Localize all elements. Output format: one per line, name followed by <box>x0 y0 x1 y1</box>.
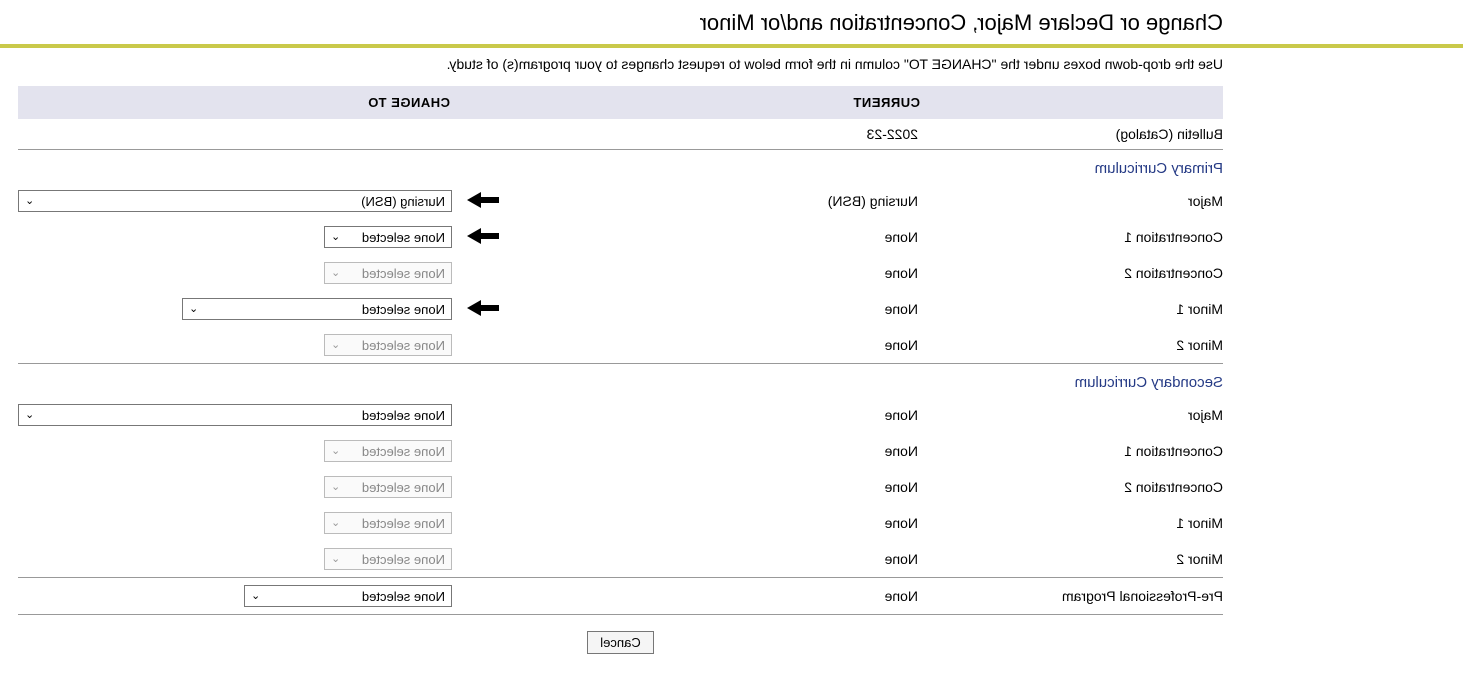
primary-minor2-row: Minor 2 None None selected ⌄ <box>18 327 1223 363</box>
primary-curriculum-title: Primary Curriculum <box>18 150 1223 184</box>
chevron-down-icon: ⌄ <box>251 591 260 602</box>
chevron-down-icon: ⌄ <box>189 304 198 315</box>
secondary-conc1-row: Concentration 1 None None selected ⌄ <box>18 433 1223 469</box>
primary-major-select[interactable]: Nursing (BSN) ⌄ <box>18 190 452 212</box>
page-title: Change or Declare Major, Concentration a… <box>18 10 1223 36</box>
chevron-down-icon: ⌄ <box>331 482 340 493</box>
button-bar: Cancel <box>18 631 1223 654</box>
dropdown-text: None selected <box>346 266 445 281</box>
primary-minor2-label: Minor 2 <box>928 327 1223 363</box>
chevron-down-icon: ⌄ <box>331 340 340 351</box>
arrow-right-icon <box>463 298 503 321</box>
primary-conc1-label: Concentration 1 <box>928 219 1223 255</box>
chevron-down-icon: ⌄ <box>25 410 34 421</box>
primary-minor1-row: Minor 1 None None selected ⌄ <box>18 291 1223 327</box>
bulletin-row: Bulletin (Catalog) 2022-23 <box>18 119 1223 149</box>
dropdown-text: None selected <box>204 302 445 317</box>
chevron-down-icon: ⌄ <box>331 518 340 529</box>
secondary-minor1-select: None selected ⌄ <box>324 512 452 534</box>
primary-conc1-row: Concentration 1 None None selected ⌄ <box>18 219 1223 255</box>
secondary-major-current: None <box>508 397 928 433</box>
secondary-minor2-select: None selected ⌄ <box>324 548 452 570</box>
primary-minor1-current: None <box>508 291 928 327</box>
preprof-select[interactable]: None selected ⌄ <box>244 585 452 607</box>
secondary-major-row: Major None None selected ⌄ <box>18 397 1223 433</box>
primary-minor1-select[interactable]: None selected ⌄ <box>182 298 452 320</box>
cancel-button[interactable]: Cancel <box>587 631 653 654</box>
secondary-minor1-row: Minor 1 None None selected ⌄ <box>18 505 1223 541</box>
bulletin-value: 2022-23 <box>508 119 928 149</box>
secondary-conc1-select: None selected ⌄ <box>324 440 452 462</box>
chevron-down-icon: ⌄ <box>331 232 340 243</box>
secondary-major-label: Major <box>928 397 1223 433</box>
dropdown-text: Nursing (BSN) <box>40 194 445 209</box>
dropdown-text: None selected <box>266 589 445 604</box>
secondary-minor1-current: None <box>508 505 928 541</box>
primary-minor2-current: None <box>508 327 928 363</box>
primary-major-label: Major <box>928 183 1223 219</box>
dropdown-text: None selected <box>346 444 445 459</box>
program-table: CURRENT CHANGE TO Bulletin (Catalog) 202… <box>18 86 1223 615</box>
secondary-conc1-current: None <box>508 433 928 469</box>
dropdown-text: None selected <box>346 338 445 353</box>
preprof-current: None <box>508 578 928 615</box>
secondary-minor2-label: Minor 2 <box>928 541 1223 577</box>
dropdown-text: None selected <box>40 408 445 423</box>
dropdown-text: None selected <box>346 480 445 495</box>
header-change-to: CHANGE TO <box>18 86 458 119</box>
secondary-minor1-label: Minor 1 <box>928 505 1223 541</box>
bulletin-label: Bulletin (Catalog) <box>928 119 1223 149</box>
dropdown-text: None selected <box>346 230 445 245</box>
primary-minor1-label: Minor 1 <box>928 291 1223 327</box>
chevron-down-icon: ⌄ <box>331 446 340 457</box>
secondary-minor2-row: Minor 2 None None selected ⌄ <box>18 541 1223 577</box>
primary-conc2-select: None selected ⌄ <box>324 262 452 284</box>
header-current: CURRENT <box>508 86 928 119</box>
primary-conc1-current: None <box>508 219 928 255</box>
arrow-right-icon <box>463 190 503 213</box>
preprof-label: Pre-Professional Program <box>928 578 1223 615</box>
dropdown-text: None selected <box>346 552 445 567</box>
secondary-major-select[interactable]: None selected ⌄ <box>18 404 452 426</box>
chevron-down-icon: ⌄ <box>331 268 340 279</box>
secondary-conc2-row: Concentration 2 None None selected ⌄ <box>18 469 1223 505</box>
primary-minor2-select: None selected ⌄ <box>324 334 452 356</box>
arrow-right-icon <box>463 226 503 249</box>
primary-conc2-row: Concentration 2 None None selected ⌄ <box>18 255 1223 291</box>
secondary-conc2-current: None <box>508 469 928 505</box>
secondary-conc1-label: Concentration 1 <box>928 433 1223 469</box>
primary-conc2-current: None <box>508 255 928 291</box>
instructions-text: Use the drop-down boxes under the "CHANG… <box>18 56 1223 72</box>
chevron-down-icon: ⌄ <box>331 554 340 565</box>
primary-major-current: Nursing (BSN) <box>508 183 928 219</box>
primary-conc2-label: Concentration 2 <box>928 255 1223 291</box>
secondary-conc2-select: None selected ⌄ <box>324 476 452 498</box>
chevron-down-icon: ⌄ <box>25 196 34 207</box>
primary-major-row: Major Nursing (BSN) Nursing (BSN) ⌄ <box>18 183 1223 219</box>
secondary-conc2-label: Concentration 2 <box>928 469 1223 505</box>
preprof-row: Pre-Professional Program None None selec… <box>18 578 1223 615</box>
primary-conc1-select[interactable]: None selected ⌄ <box>324 226 452 248</box>
dropdown-text: None selected <box>346 516 445 531</box>
table-header: CURRENT CHANGE TO <box>18 86 1223 119</box>
secondary-minor2-current: None <box>508 541 928 577</box>
divider <box>0 44 1463 48</box>
secondary-curriculum-title: Secondary Curriculum <box>18 364 1223 398</box>
